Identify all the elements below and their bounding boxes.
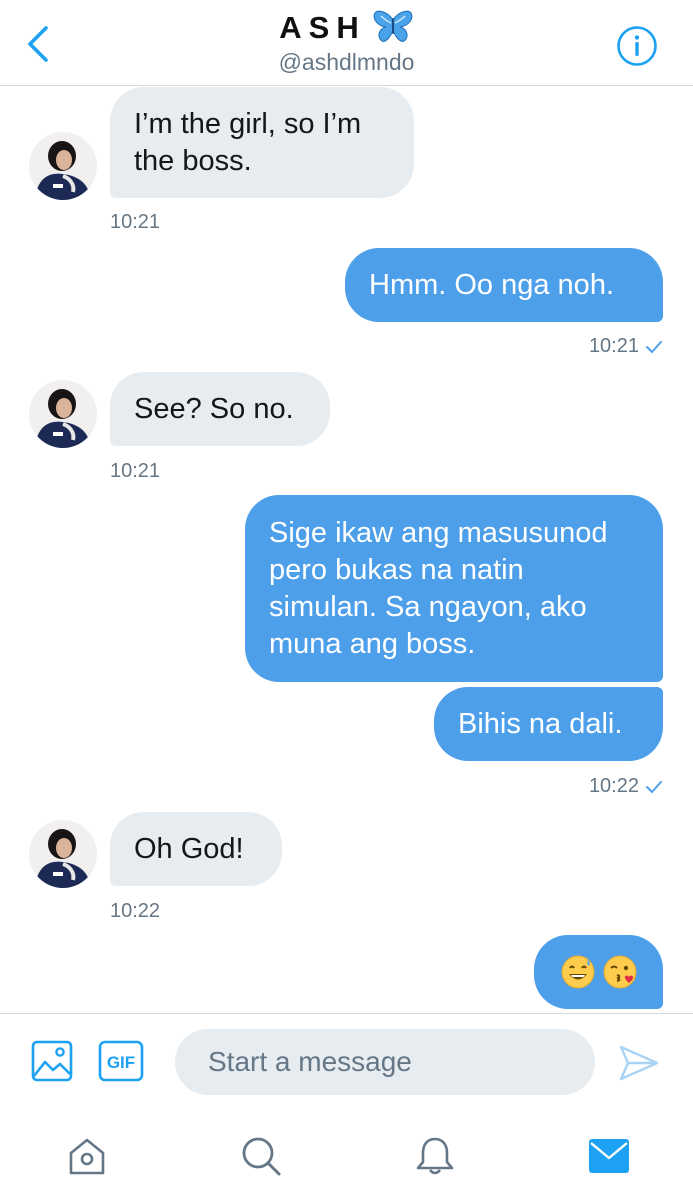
gif-label: GIF — [107, 1053, 135, 1072]
message-bubble-incoming[interactable]: I’m the girl, so I’m the boss. — [110, 87, 414, 198]
message-timestamp: 10:22 — [588, 775, 639, 797]
message-text-line: I’m the girl, so I’m — [134, 107, 362, 140]
add-gif-button[interactable]: GIF — [98, 1040, 144, 1087]
notifications-icon — [416, 1137, 454, 1175]
conversation-title-block[interactable]: ASH @ashdlmndo — [0, 10, 693, 76]
messages-icon — [589, 1139, 629, 1173]
message-text-line: pero bukas na natin — [269, 553, 524, 586]
message-status: 10:22 — [430, 775, 663, 798]
checkmark-icon — [646, 340, 662, 353]
message-text-line: Sige ikaw ang masusunod — [269, 516, 608, 549]
message-composer: GIF — [0, 1013, 693, 1113]
message-text-line: See? So no. — [134, 392, 294, 425]
bottom-tab-bar — [0, 1113, 693, 1200]
avatar[interactable] — [29, 132, 97, 200]
avatar-photo — [29, 132, 97, 200]
message-bubble-incoming[interactable]: Oh God! — [110, 812, 282, 886]
message-text-line: the boss. — [134, 144, 252, 177]
conversation-title: ASH — [279, 10, 366, 45]
face-blowing-kiss-emoji-icon — [603, 955, 636, 989]
message-status: 10:21 — [430, 335, 663, 358]
message-input[interactable] — [175, 1029, 595, 1095]
message-bubble-incoming[interactable]: See? So no. — [110, 372, 330, 446]
message-text-line: Oh God! — [134, 832, 244, 865]
home-icon — [69, 1138, 105, 1175]
grinning-sweat-emoji-icon — [561, 955, 594, 989]
message-bubble-outgoing[interactable] — [534, 935, 663, 1009]
info-icon — [617, 26, 657, 66]
message-bubble-outgoing[interactable]: Sige ikaw ang masusunod pero bukas na na… — [245, 495, 663, 682]
conversation-header: ASH @ashdlmndo — [0, 0, 693, 86]
avatar[interactable] — [29, 820, 97, 888]
send-icon — [619, 1045, 659, 1081]
blue-butterfly-icon — [373, 10, 413, 42]
message-timestamp: 10:22 — [110, 900, 161, 922]
image-icon — [31, 1040, 73, 1082]
message-timestamp: 10:21 — [588, 335, 639, 357]
message-timestamp: 10:21 — [110, 211, 161, 233]
avatar[interactable] — [29, 380, 97, 448]
avatar-photo — [29, 380, 97, 448]
add-photo-button[interactable] — [31, 1040, 73, 1087]
search-icon — [242, 1137, 281, 1176]
tab-home[interactable] — [62, 1131, 112, 1181]
message-text-line: muna ang boss. — [269, 627, 476, 660]
message-timestamp: 10:21 — [110, 460, 161, 482]
message-bubble-outgoing[interactable]: Bihis na dali. — [434, 687, 663, 761]
info-button[interactable] — [616, 25, 658, 67]
checkmark-icon — [646, 780, 662, 793]
message-thread[interactable]: I’m the girl, so I’m the boss. 10:21 Hmm… — [0, 87, 693, 1012]
message-text-line: Bihis na dali. — [458, 707, 623, 740]
conversation-handle: @ashdlmndo — [278, 49, 415, 75]
tab-notifications[interactable] — [410, 1131, 460, 1181]
gif-icon: GIF — [98, 1040, 144, 1082]
message-text-line: simulan. Sa ngayon, ako — [269, 590, 587, 623]
tab-search[interactable] — [236, 1131, 286, 1181]
message-text-line: Hmm. Oo nga noh. — [369, 268, 614, 301]
avatar-photo — [29, 820, 97, 888]
message-bubble-outgoing[interactable]: Hmm. Oo nga noh. — [345, 248, 663, 322]
tab-messages[interactable] — [584, 1131, 634, 1181]
send-button[interactable] — [618, 1044, 660, 1087]
